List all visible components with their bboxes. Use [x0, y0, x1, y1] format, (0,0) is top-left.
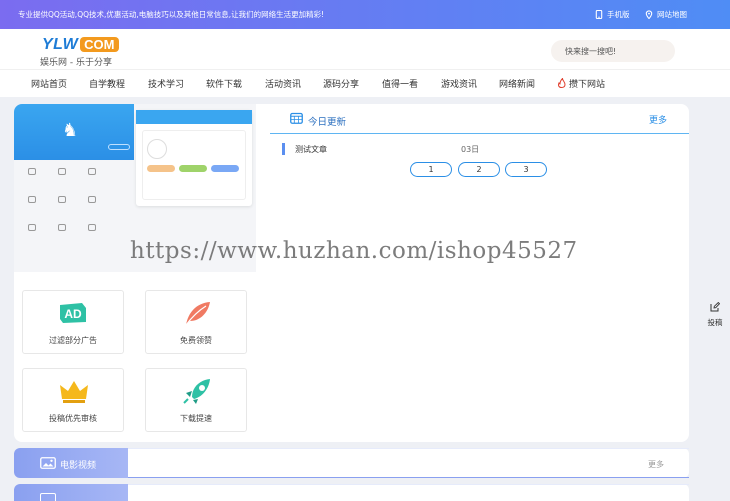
section-tab[interactable] [14, 484, 128, 501]
section-divider [128, 448, 689, 478]
top-bar: 专业提供QQ活动,QQ技术,优惠活动,电脑技巧以及其他日常信息,让我们的网络生活… [0, 0, 730, 29]
tile-label: 过滤部分广告 [49, 336, 97, 345]
grid-icon [80, 168, 104, 178]
grid-icon [50, 224, 74, 234]
page-button-2[interactable]: 2 [458, 162, 500, 177]
phone-card [142, 130, 246, 200]
phone-pills [147, 165, 239, 172]
logo-badge: COM [80, 37, 119, 52]
grid-icon [50, 168, 74, 178]
grid-icon [20, 224, 44, 234]
avatar [147, 139, 167, 159]
section-movies: 电影视频 更多 [14, 448, 689, 478]
list-item-title: 测试文章 [295, 145, 327, 154]
tile-free-likes[interactable]: 免费领赞 [145, 290, 247, 354]
main-nav: 网站首页 自学教程 技术学习 软件下载 活动资讯 源码分享 值得一看 游戏资讯 … [0, 69, 730, 97]
deer-logo-icon: ♞ [62, 120, 79, 141]
tile-download-boost[interactable]: 下载提速 [145, 368, 247, 432]
phone-icon [595, 10, 603, 19]
search-placeholder: 快来搜一搜吧! [565, 47, 617, 56]
section-next [14, 484, 689, 501]
nav-item-events[interactable]: 活动资讯 [265, 77, 301, 90]
app-banner: ♞ [14, 104, 134, 160]
news-more-link[interactable]: 更多 [649, 113, 667, 126]
news-header: 今日更新 更多 [270, 104, 689, 134]
search-input[interactable]: 快来搜一搜吧! [551, 40, 675, 62]
app-phone-preview [136, 110, 252, 206]
site-logo[interactable]: YLW COM [42, 36, 119, 54]
main-panel: ♞ AD 过滤部分广告 免费领赞 投稿优先审核 下载提速 今日更新 更多 测试文… [14, 104, 689, 442]
today-updates: 今日更新 更多 测试文章 03日 1 2 3 [270, 104, 689, 442]
flame-icon [558, 77, 566, 89]
list-item-date: 03日 [461, 145, 480, 154]
nav-item-site[interactable]: 攒下网站 [557, 77, 605, 90]
watermark-text: https://www.huzhan.com/ishop45527 [130, 238, 578, 264]
calendar-icon [290, 112, 303, 124]
grid-icon [50, 196, 74, 206]
page-button-1[interactable]: 1 [410, 162, 452, 177]
grid-icon [80, 196, 104, 206]
edit-icon [710, 301, 721, 312]
tile-label: 投稿优先审核 [49, 414, 97, 423]
image-icon [40, 493, 56, 501]
nav-item-home[interactable]: 网站首页 [31, 77, 67, 90]
grid-icon [20, 168, 44, 178]
mobile-link[interactable]: 手机版 [595, 9, 630, 20]
contribute-float-button[interactable]: 投稿 [704, 301, 726, 328]
nav-item-games[interactable]: 游戏资讯 [441, 77, 477, 90]
image-icon [40, 457, 56, 469]
nav-item-source[interactable]: 源码分享 [323, 77, 359, 90]
logo-text: YLW [42, 36, 79, 53]
page-button-3[interactable]: 3 [505, 162, 547, 177]
section-more-link[interactable]: 更多 [648, 459, 664, 470]
mobile-link-label: 手机版 [607, 10, 630, 19]
nav-item-worth[interactable]: 值得一看 [382, 77, 418, 90]
section-label: 电影视频 [60, 461, 97, 471]
grid-icon [20, 196, 44, 206]
section-divider [128, 484, 689, 501]
phone-header [136, 110, 252, 124]
site-tagline: 专业提供QQ活动,QQ技术,优惠活动,电脑技巧以及其他日常信息,让我们的网络生活… [18, 10, 325, 19]
tile-label: 下载提速 [180, 414, 212, 423]
nav-item-tech[interactable]: 技术学习 [148, 77, 184, 90]
section-tab[interactable]: 电影视频 [14, 448, 128, 478]
site-slogan: 娱乐网 - 乐于分享 [40, 58, 112, 68]
nav-item-news[interactable]: 网络新闻 [499, 77, 535, 90]
tile-priority-review[interactable]: 投稿优先审核 [22, 368, 124, 432]
sitemap-link-label: 网站地图 [657, 10, 687, 19]
ad-icon: AD [60, 303, 86, 323]
nav-item-site-label: 攒下网站 [569, 80, 606, 90]
news-title: 今日更新 [308, 117, 347, 128]
nav-item-software[interactable]: 软件下载 [206, 77, 242, 90]
location-pin-icon [645, 10, 653, 19]
feather-icon [185, 302, 210, 326]
tile-ad-filter[interactable]: AD 过滤部分广告 [22, 290, 124, 354]
svg-text:AD: AD [64, 307, 82, 321]
nav-item-tutorials[interactable]: 自学教程 [89, 77, 125, 90]
app-banner-button [108, 144, 130, 150]
tile-label: 免费领赞 [180, 336, 212, 345]
contribute-label: 投稿 [707, 318, 723, 327]
rocket-icon [183, 379, 210, 404]
crown-icon [60, 381, 88, 403]
sitemap-link[interactable]: 网站地图 [645, 9, 687, 20]
list-item[interactable]: 测试文章 03日 [282, 143, 662, 155]
grid-icon [80, 224, 104, 234]
